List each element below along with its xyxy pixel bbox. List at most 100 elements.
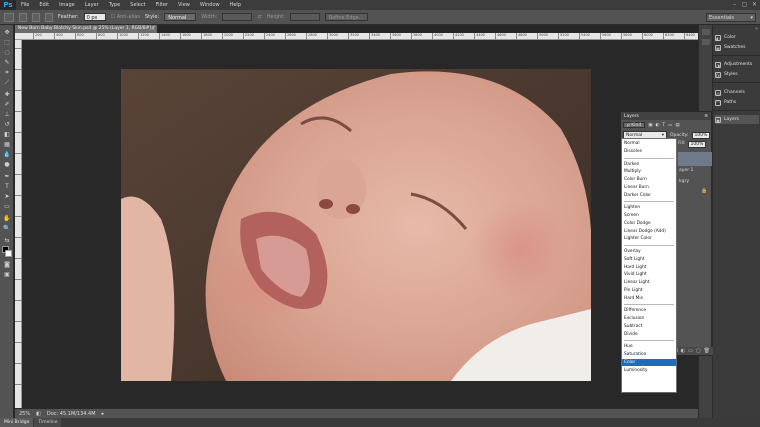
blend-option-lighten[interactable]: Lighten (622, 204, 676, 211)
maximize-button[interactable]: ▢ (741, 1, 748, 8)
antialias-checkbox[interactable]: ☐ Anti-alias (111, 14, 140, 20)
eyedropper-tool-icon[interactable]: ⟋ (3, 80, 11, 86)
status-menu-icon[interactable]: ◧ (36, 411, 41, 417)
filter-kind-select[interactable]: ρ Kind (623, 122, 646, 128)
path-selection-tool-icon[interactable]: ➤ (3, 194, 11, 200)
horizontal-ruler[interactable]: 200 400 600 800 1000 1200 1400 1600 1800 2000 2200… (15, 33, 698, 40)
height-input[interactable] (289, 13, 320, 21)
close-window-button[interactable]: ✕ (751, 1, 758, 8)
tab-mini-bridge[interactable]: Mini Bridge (0, 418, 34, 427)
dodge-tool-icon[interactable]: ● (3, 162, 11, 168)
refine-edge-button[interactable]: Refine Edge... (324, 13, 368, 21)
dock-item-channels[interactable]: ◎ Channels (715, 88, 759, 97)
blend-option-saturation[interactable]: Saturation (622, 351, 676, 358)
filter-pixel-icon[interactable]: ▣ (648, 123, 652, 128)
dock-item-adjustments[interactable]: ◑ Adjustments (715, 60, 759, 69)
fill-input[interactable]: 100% (687, 141, 707, 148)
width-input[interactable] (222, 13, 253, 21)
blend-option-dissolve[interactable]: Dissolve (622, 148, 676, 155)
menu-item-select[interactable]: Select (125, 2, 150, 8)
new-layer-icon[interactable]: ▢ (696, 348, 701, 354)
zoom-tool-icon[interactable]: 🔍 (3, 226, 11, 232)
vertical-ruler[interactable] (15, 40, 22, 408)
crop-tool-icon[interactable]: ⌗ (3, 70, 11, 76)
document-info[interactable]: Doc: 45.1M/134.4M (47, 411, 96, 417)
lasso-tool-icon[interactable]: ◌ (3, 50, 11, 56)
delete-layer-icon[interactable]: 🗑 (704, 348, 710, 354)
document-image[interactable] (121, 69, 591, 381)
blend-option-darken[interactable]: Darken (622, 161, 676, 168)
clone-stamp-tool-icon[interactable]: ⊥ (3, 112, 11, 118)
shape-tool-icon[interactable]: ▭ (3, 204, 11, 210)
panel-menu-icon[interactable]: ≡ (704, 114, 708, 119)
blend-option-multiply[interactable]: Multiply (622, 168, 676, 175)
background-color-swatch[interactable] (5, 250, 12, 257)
dock-item-layers[interactable]: ◆ Layers (715, 115, 759, 124)
blend-option-normal[interactable]: Normal (622, 140, 676, 147)
menu-item-type[interactable]: Type (104, 2, 125, 8)
blur-tool-icon[interactable]: 💧 (3, 152, 11, 158)
blend-option-hard-mix[interactable]: Hard Mix (622, 295, 676, 302)
workspace-select[interactable]: Essentials ▾ (706, 13, 756, 22)
swap-icon[interactable]: ⇄ (257, 14, 261, 20)
blend-option-color-burn[interactable]: Color Burn (622, 176, 676, 183)
blend-option-darker-color[interactable]: Darker Color (622, 192, 676, 199)
eraser-tool-icon[interactable]: ◧ (3, 132, 11, 138)
layer-name[interactable]: kgry (679, 179, 689, 184)
layer-row-selected[interactable] (678, 152, 712, 166)
status-arrow-icon[interactable]: ▸ (102, 411, 105, 417)
marquee-tool-icon[interactable]: ⬚ (3, 40, 11, 46)
feather-input[interactable]: 0 px (83, 13, 106, 21)
blend-option-screen[interactable]: Screen (622, 212, 676, 219)
blend-option-soft-light[interactable]: Soft Light (622, 256, 676, 263)
close-document-icon[interactable]: × (151, 25, 155, 33)
spot-healing-tool-icon[interactable]: ✚ (3, 92, 11, 98)
blend-option-color[interactable]: Color (622, 358, 676, 367)
collapse-dock-icon[interactable]: » (755, 26, 758, 32)
blend-option-linear-light[interactable]: Linear Light (622, 279, 676, 286)
menu-item-filter[interactable]: Filter (151, 2, 173, 8)
filter-type-icon[interactable]: T (662, 123, 665, 128)
minimize-button[interactable]: – (731, 1, 738, 8)
blend-option-difference[interactable]: Difference (622, 307, 676, 314)
quick-selection-tool-icon[interactable]: ✎ (3, 60, 11, 66)
blend-option-vivid-light[interactable]: Vivid Light (622, 271, 676, 278)
blend-option-pin-light[interactable]: Pin Light (622, 287, 676, 294)
menu-item-help[interactable]: Help (225, 2, 246, 8)
history-icon[interactable] (702, 39, 710, 45)
layer-name[interactable]: ayer 1 (679, 168, 693, 173)
subtract-selection-icon[interactable] (45, 12, 53, 22)
dock-item-swatches[interactable]: ▦ Swatches (715, 43, 759, 52)
new-group-icon[interactable]: ▭ (688, 348, 693, 354)
screen-mode-icon[interactable]: ▣ (3, 272, 11, 278)
new-adjustment-icon[interactable]: ◐ (681, 348, 685, 354)
blend-option-overlay[interactable]: Overlay (622, 248, 676, 255)
menu-item-view[interactable]: View (173, 2, 195, 8)
hand-tool-icon[interactable]: ✋ (3, 216, 11, 222)
blend-option-exclusion[interactable]: Exclusion (622, 315, 676, 322)
default-colors-icon[interactable]: ⇆ (3, 238, 11, 244)
dock-item-color[interactable]: ◐ Color (715, 33, 759, 42)
add-selection-icon[interactable] (32, 12, 40, 22)
pen-tool-icon[interactable]: ✒ (3, 174, 11, 180)
blend-option-linear-dodge-add[interactable]: Linear Dodge (Add) (622, 228, 676, 235)
menu-item-layer[interactable]: Layer (80, 2, 104, 8)
dock-item-paths[interactable]: ⌒ Paths (715, 98, 759, 107)
brush-tool-icon[interactable]: ✐ (3, 102, 11, 108)
type-tool-icon[interactable]: T (3, 184, 11, 190)
tab-timeline[interactable]: Timeline (34, 418, 62, 427)
menu-item-window[interactable]: Window (195, 2, 225, 8)
filter-shape-icon[interactable]: ▭ (668, 123, 672, 128)
blend-option-hue[interactable]: Hue (622, 343, 676, 350)
filter-smart-icon[interactable]: ▤ (675, 123, 679, 128)
quick-mask-icon[interactable]: ◙ (3, 262, 11, 268)
history-brush-tool-icon[interactable]: ↺ (3, 122, 11, 128)
panel-strip-grip-icon[interactable] (702, 29, 710, 35)
blend-option-hard-light[interactable]: Hard Light (622, 264, 676, 271)
opacity-input[interactable]: 100% (691, 131, 711, 139)
filter-adjustment-icon[interactable]: ◐ (655, 123, 659, 128)
blend-option-color-dodge[interactable]: Color Dodge (622, 220, 676, 227)
document-tab[interactable]: New Born Baby Blotchy Skin.psd @ 25% (La… (15, 25, 157, 33)
dock-item-styles[interactable]: fx Styles (715, 70, 759, 79)
new-selection-icon[interactable] (19, 12, 27, 22)
